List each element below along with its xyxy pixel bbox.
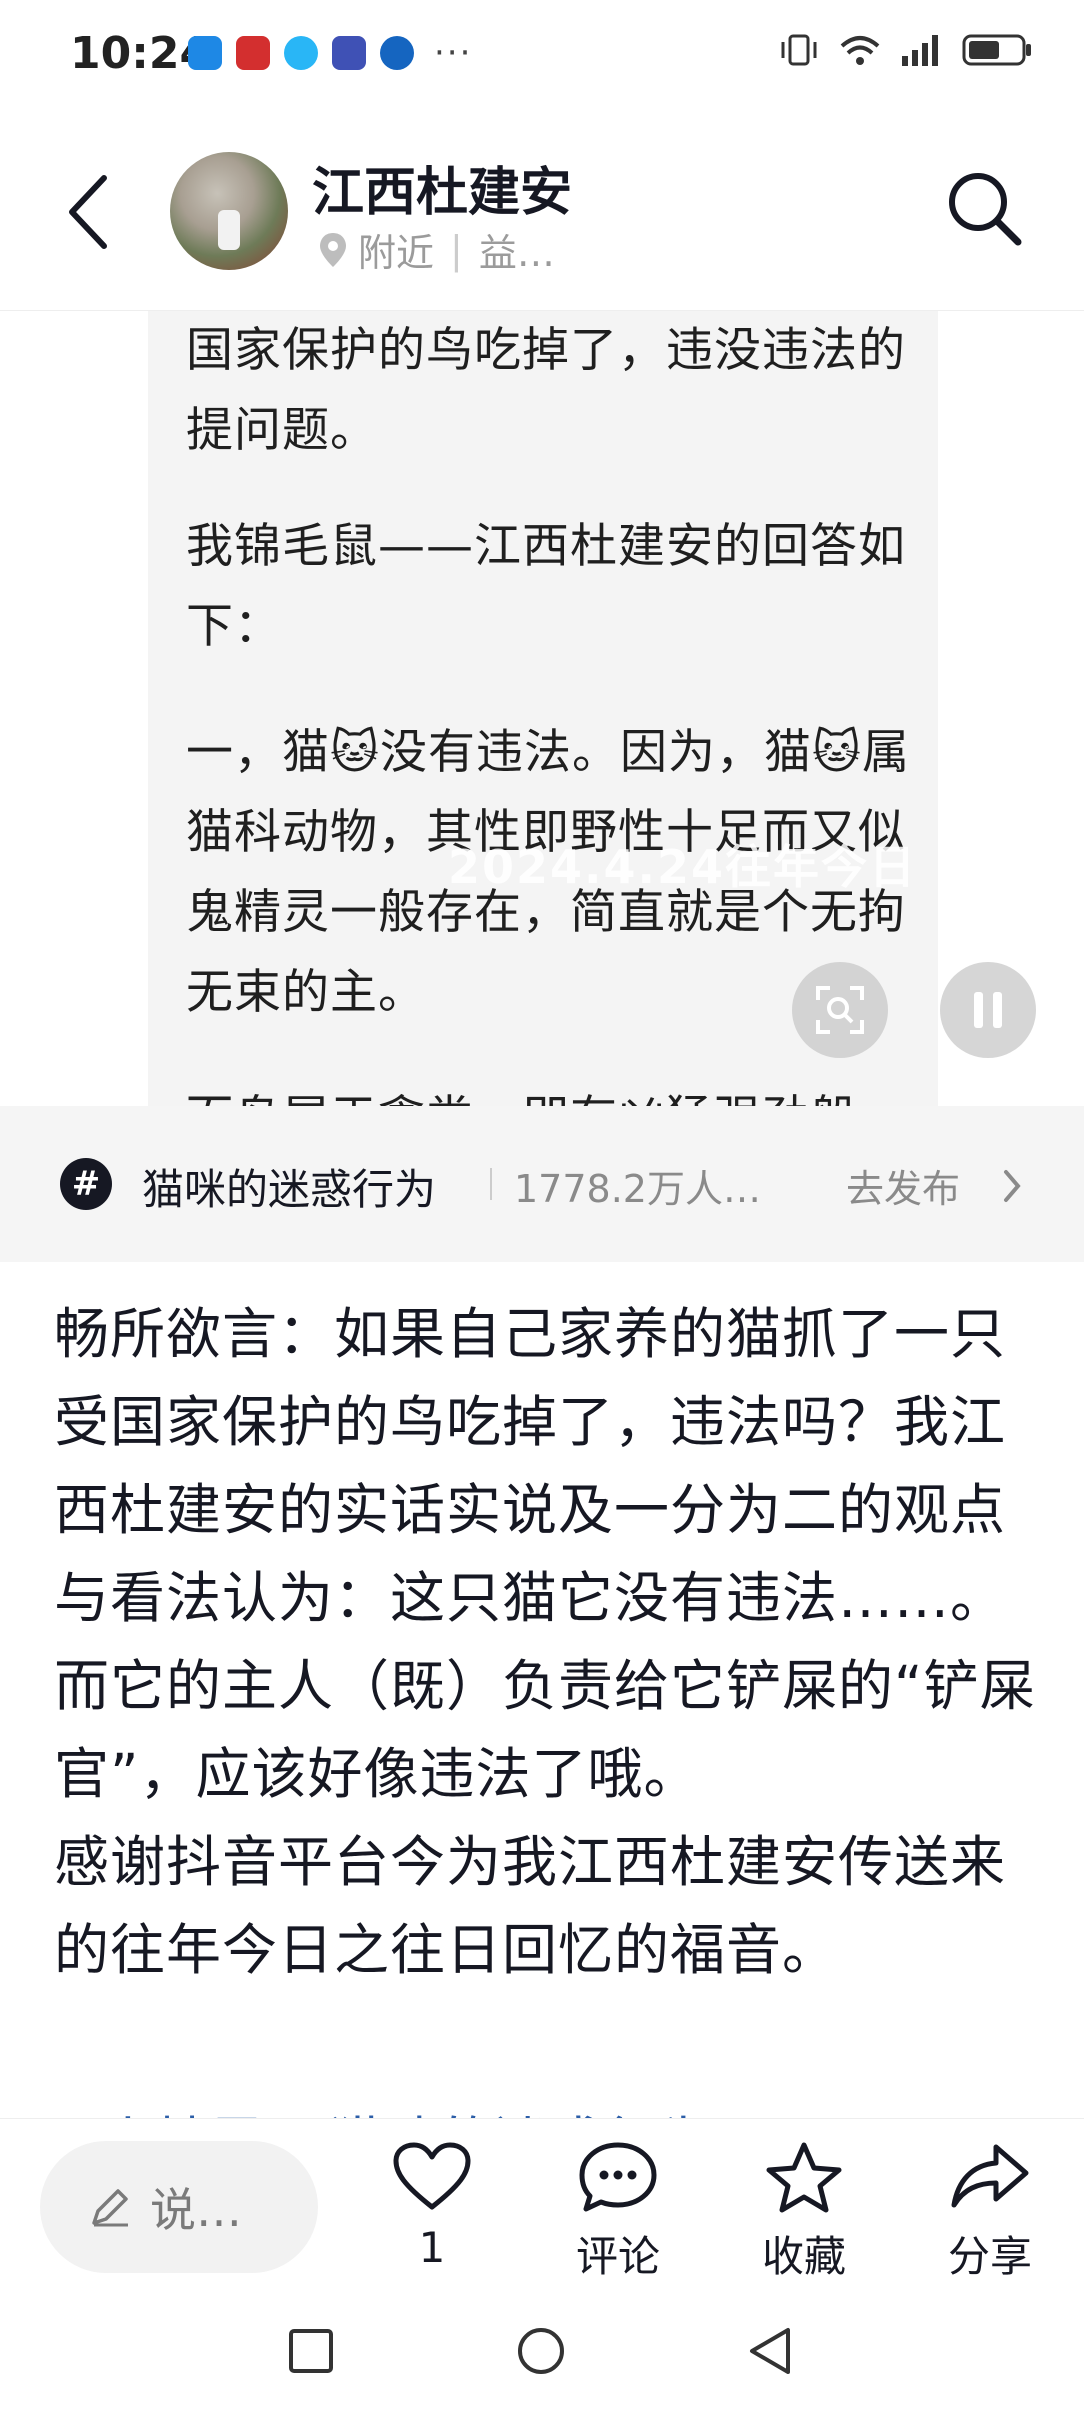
notification-icons: ···	[188, 36, 472, 70]
status-bar: 10:24 ···	[0, 0, 1084, 110]
location-label: 附近	[358, 231, 435, 275]
image-paragraph-1: 国家保护的鸟吃掉了，违没违法的提问题。	[186, 311, 926, 471]
back-arrow-icon[interactable]	[64, 172, 114, 252]
vibrate-icon	[781, 34, 817, 66]
home-icon[interactable]	[516, 2326, 566, 2376]
topic-count: 1778.2万人…	[514, 1167, 761, 1211]
comment-bubble-icon	[579, 2142, 657, 2212]
chevron-right-icon	[1004, 1170, 1021, 1202]
search-icon[interactable]	[944, 168, 1024, 248]
news-app-icon	[236, 36, 270, 70]
globe-app-icon	[332, 36, 366, 70]
author-avatar[interactable]	[170, 152, 288, 270]
topic-publish-link[interactable]: 去发布	[846, 1158, 960, 1213]
wifi-icon	[840, 36, 880, 65]
bottom-action-bar: 说… 1 评论 收藏 分享	[0, 2118, 1084, 2291]
heart-icon	[393, 2142, 471, 2210]
hashtag-icon: #	[60, 1158, 112, 1210]
author-name[interactable]: 江西杜建安	[312, 150, 572, 225]
signal-icon	[902, 35, 938, 66]
location-row[interactable]: 附近 | 益…	[318, 222, 555, 277]
more-notifications-icon: ···	[434, 33, 473, 73]
comment-placeholder: 说…	[150, 2183, 242, 2237]
topic-name: 猫咪的迷惑行为	[142, 1165, 437, 1214]
back-triangle-icon[interactable]	[746, 2326, 792, 2376]
browser-app-icon	[284, 36, 318, 70]
share-label: 分享	[947, 2232, 1032, 2281]
image-paragraph-4: 而鸟属于禽类，即有凶猛强劲般	[186, 1079, 926, 1106]
image-paragraph-text-4: 而鸟属于禽类，即有凶猛强劲般	[186, 1079, 926, 1106]
pause-icon	[974, 992, 1002, 1028]
post-header: 江西杜建安 附近 | 益…	[0, 110, 1084, 311]
recent-apps-icon[interactable]	[288, 2328, 334, 2374]
favorite-label: 收藏	[761, 2232, 846, 2281]
star-icon	[766, 2142, 842, 2213]
topic-divider	[490, 1168, 492, 1200]
like-button[interactable]: 1	[372, 2141, 492, 2272]
comment-label: 评论	[575, 2232, 660, 2281]
scan-icon	[816, 986, 864, 1034]
system-nav-bar	[0, 2290, 1084, 2412]
location-pin-icon	[320, 232, 346, 267]
like-count: 1	[418, 2223, 446, 2272]
comment-input[interactable]: 说…	[40, 2141, 318, 2273]
location-separator: |	[450, 227, 463, 272]
cloud-app-icon	[380, 36, 414, 70]
image-paragraph-2: 我锦毛鼠——江西杜建安的回答如下：	[186, 507, 926, 667]
comment-button[interactable]: 评论	[558, 2141, 678, 2284]
share-arrow-icon	[951, 2144, 1029, 2208]
post-text-2: 感谢抖音平台今为我江西杜建安传送来的往年今日之往日回忆的福音。	[54, 1830, 1007, 1982]
favorite-button[interactable]: 收藏	[744, 2141, 864, 2284]
topic-bar[interactable]: # 猫咪的迷惑行为 1778.2万人… 去发布	[0, 1106, 1084, 1262]
image-paragraph-text-1: 国家保护的鸟吃掉了，违没违法的提问题。	[186, 323, 906, 458]
post-body: 畅所欲言：如果自己家养的猫抓了一只受国家保护的鸟吃掉了，违法吗？我江西杜建安的实…	[54, 1290, 1044, 1994]
image-paragraph-text-2: 我锦毛鼠——江西杜建安的回答如下：	[186, 519, 906, 654]
share-button[interactable]: 分享	[930, 2141, 1050, 2284]
battery-icon	[962, 34, 1031, 66]
pause-button[interactable]	[940, 962, 1036, 1058]
image-search-button[interactable]	[792, 962, 888, 1058]
post-text-1: 畅所欲言：如果自己家养的猫抓了一只受国家保护的鸟吃掉了，违法吗？我江西杜建安的实…	[54, 1302, 1036, 1806]
pencil-icon	[92, 2189, 128, 2227]
date-watermark: 2024.4.24往年今日	[448, 840, 917, 894]
message-app-icon	[188, 36, 222, 70]
location-extra: 益…	[478, 231, 555, 275]
